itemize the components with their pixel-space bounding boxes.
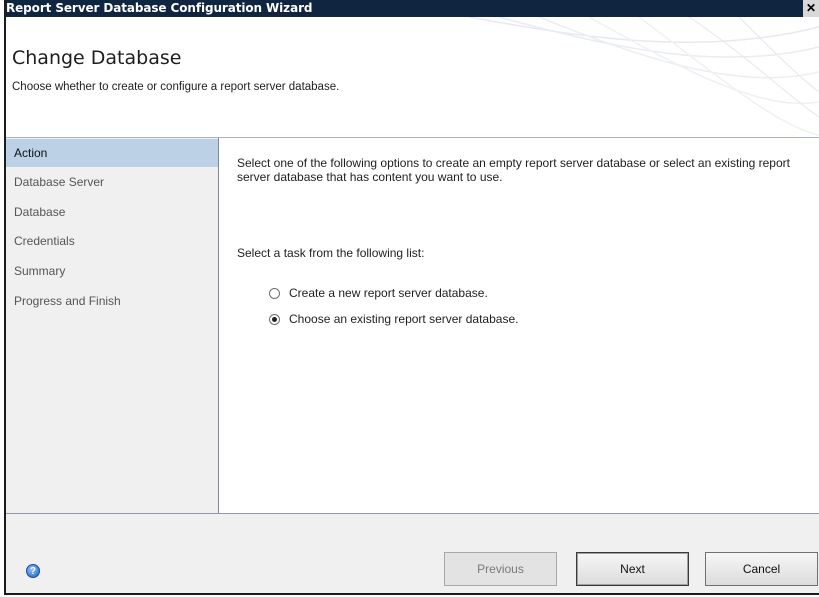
nav-item-database-server[interactable]: Database Server (6, 168, 218, 196)
radio-choose-existing[interactable] (269, 313, 280, 325)
previous-button[interactable]: Previous (444, 552, 557, 586)
header-decoration (468, 17, 819, 136)
next-button[interactable]: Next (576, 552, 689, 586)
task-label: Select a task from the following list: (237, 246, 425, 260)
page-title: Change Database (12, 47, 182, 69)
option-create-new-label: Create a new report server database. (289, 286, 488, 300)
option-choose-existing-label: Choose an existing report server databas… (289, 312, 519, 326)
nav-item-database[interactable]: Database (6, 198, 218, 226)
wizard-body: Action Database Server Database Credenti… (6, 138, 819, 514)
intro-text: Select one of the following options to c… (237, 156, 790, 184)
radio-create-new[interactable] (269, 287, 280, 299)
wizard-window: Report Server Database Configuration Wiz… (4, 0, 819, 595)
nav-item-progress-and-finish[interactable]: Progress and Finish (6, 287, 218, 315)
option-create-new[interactable]: Create a new report server database. (269, 284, 488, 302)
nav-item-action[interactable]: Action (6, 139, 218, 167)
page-subtitle: Choose whether to create or configure a … (12, 81, 340, 93)
window-title: Report Server Database Configuration Wiz… (6, 1, 313, 15)
wizard-footer: ? Previous Next Cancel (6, 514, 819, 593)
step-content: Select one of the following options to c… (219, 138, 819, 513)
title-bar[interactable]: Report Server Database Configuration Wiz… (6, 0, 819, 17)
cancel-button[interactable]: Cancel (705, 552, 818, 586)
close-button[interactable]: ✕ (803, 0, 819, 17)
wizard-header: Change Database Choose whether to create… (6, 17, 819, 138)
step-navigation: Action Database Server Database Credenti… (6, 138, 219, 513)
help-icon[interactable]: ? (26, 564, 40, 578)
option-choose-existing[interactable]: Choose an existing report server databas… (269, 310, 518, 328)
nav-item-credentials[interactable]: Credentials (6, 227, 218, 255)
nav-item-summary[interactable]: Summary (6, 257, 218, 285)
